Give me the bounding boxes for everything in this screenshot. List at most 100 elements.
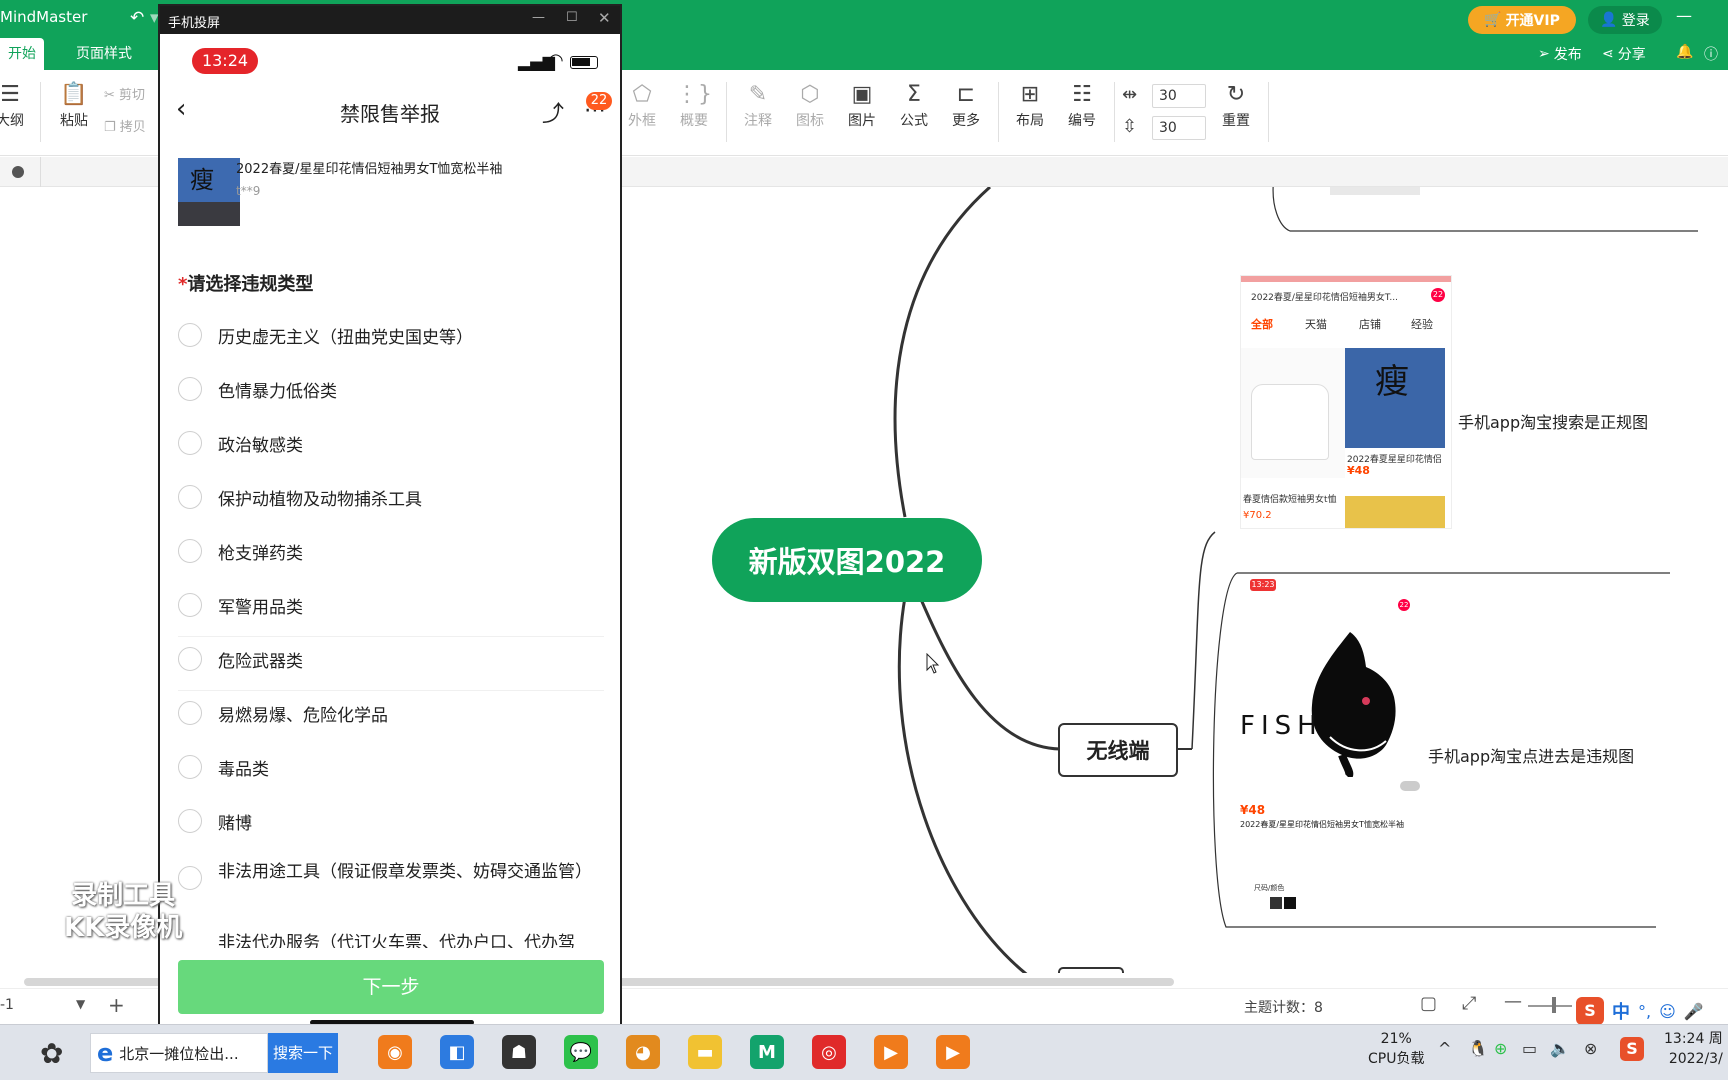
radio-icon [178,485,202,509]
share-button[interactable]: ⋖ 分享 [1602,44,1646,64]
central-topic[interactable]: 新版双图2022 [712,518,982,602]
option-item[interactable]: 保护动植物及动物捕杀工具 [178,482,422,512]
section-title: *请选择违规类型 [178,274,314,295]
search-button[interactable]: 搜索一下 [268,1033,338,1073]
tray-plus-icon[interactable]: ⊕ [1494,1039,1507,1058]
share-icon[interactable]: ⤴ [542,96,564,128]
note-button[interactable]: ✎ 注释 [734,80,782,130]
option-item[interactable]: 枪支弹药类 [178,536,303,566]
zoom-slider-thumb[interactable] [1552,997,1556,1013]
numbering-button[interactable]: ☷ 编号 [1058,80,1106,130]
branch-topic-partial[interactable] [1058,967,1124,973]
wechat-icon[interactable]: 💬 [564,1035,598,1069]
clock[interactable]: 13:24 周 2022/3/ [1664,1029,1723,1069]
maximize-icon[interactable]: ☐ [566,10,578,25]
mouse-cursor-icon [926,653,940,674]
divider [1114,82,1115,142]
mini-time: 13:23 [1250,579,1276,591]
volume-icon[interactable]: 🔈 [1550,1039,1570,1058]
layout-button[interactable]: ⊞ 布局 [1006,80,1054,130]
battery-tray-icon[interactable]: ▭ [1522,1039,1537,1058]
paste-button[interactable]: 📋 粘贴 [50,80,98,130]
app-title: MindMaster [0,8,88,26]
mic-icon: 🎤 [1683,1001,1704,1021]
netease-music-icon[interactable]: ◎ [812,1035,846,1069]
branch-topic-wireless[interactable]: 无线端 [1058,723,1178,777]
tab-home[interactable]: 开始 [0,38,44,70]
copy-icon: ❐ [104,120,120,135]
minimize-app-button[interactable]: — [1676,6,1692,25]
help-icon[interactable]: ⓘ [1704,44,1718,64]
icon-button[interactable]: ⬡ 图标 [786,80,834,130]
ninja-app-icon[interactable]: ◕ [626,1035,660,1069]
sogou-tray-icon[interactable]: S [1620,1037,1644,1061]
page-selector[interactable]: -1 [0,997,14,1013]
detail-screenshot-image[interactable]: 13:23 22 FISH ¥48 2022春夏/星星印花情侣短袖男女T恤宽松半… [1240,577,1422,917]
login-button[interactable]: 👤 登录 [1588,6,1662,34]
label-search-normal[interactable]: 手机app淘宝搜索是正规图 [1458,409,1648,433]
add-page-icon[interactable]: + [108,993,125,1017]
recorder-app-icon-2[interactable]: ▶ [936,1035,970,1069]
game-app-icon[interactable]: ☗ [502,1035,536,1069]
label-click-violation[interactable]: 手机app淘宝点进去是违规图 [1428,743,1634,767]
option-item-partial[interactable]: 非法代办服务（代订火车票、代办户口、代办驾 [218,930,598,948]
option-item[interactable]: 军警用品类 [178,590,303,620]
vertical-spacing-input[interactable]: 30 [1152,116,1206,140]
tab-page-style[interactable]: 页面样式 [68,38,140,70]
mindmaster-icon[interactable]: M [750,1035,784,1069]
more-button[interactable]: ⊏ 更多 [942,80,990,130]
option-item[interactable]: 非法用途工具（假证假章发票类、妨碍交通监管） [178,860,592,916]
mini-detail-price: ¥48 [1240,803,1266,817]
publish-button[interactable]: ➢ 发布 [1538,44,1582,64]
reset-button[interactable]: ↻ 重置 [1212,80,1260,130]
copy-button[interactable]: ❐ 拷贝 [104,116,146,135]
option-item[interactable]: 易燃易爆、危险化学品 [178,698,388,728]
layout-icon: ⊞ [1020,82,1040,107]
task-app-icon[interactable]: ◧ [440,1035,474,1069]
option-item[interactable]: 色情暴力低俗类 [178,374,337,404]
send-icon: ➢ [1538,46,1550,62]
ime-toolbar[interactable]: S 中 °, ☺ 🎤 [1572,996,1728,1026]
formula-button[interactable]: Σ 公式 [890,80,938,130]
recorder-app-icon[interactable]: ▶ [874,1035,908,1069]
document-dot-icon [12,166,24,178]
picture-button[interactable]: ▣ 图片 [838,80,886,130]
chevron-up-icon[interactable]: ^ [1438,1039,1451,1058]
firefox-icon[interactable]: ◉ [378,1035,412,1069]
close-icon[interactable]: ✕ [598,9,611,27]
summary-button[interactable]: ⋮} 概要 [670,80,718,130]
option-item[interactable]: 毒品类 [178,752,269,782]
folder-icon[interactable]: ▬ [688,1035,722,1069]
bell-icon[interactable]: 🔔 [1676,44,1693,60]
border-button[interactable]: ⬠ 外框 [618,80,666,130]
start-icon[interactable]: ✿ [40,1037,63,1070]
search-screenshot-image[interactable]: 2022春夏/星星印花情侣短袖男女T... 22 全部 天猫 店铺 经验 瘦 2… [1240,275,1452,529]
qq-icon[interactable]: 🐧 [1468,1039,1488,1058]
mini-search-title: 2022春夏/星星印花情侣短袖男女T... [1251,293,1398,303]
cut-button[interactable]: ✂ 剪切 [104,84,145,103]
fit-page-icon[interactable]: ▢ [1420,993,1437,1014]
outline-button[interactable]: ☰ 大纲 [0,80,34,130]
horizontal-spacing-input[interactable]: 30 [1152,84,1206,108]
browser-taskbar-item[interactable]: e 北京一摊位检出... [90,1033,268,1073]
zoom-out-icon[interactable]: — [1504,991,1522,1012]
option-item[interactable]: 政治敏感类 [178,428,303,458]
next-step-button[interactable]: 下一步 [178,960,604,1014]
minimize-icon[interactable]: — [532,10,545,25]
option-item[interactable]: 历史虚无主义（扭曲党史国史等） [178,320,473,350]
mini-spec: 尺码/颜色 [1254,884,1285,892]
chevron-down-icon[interactable]: ▼ [76,997,85,1011]
mini-badge: 22 [1398,599,1410,611]
vertical-spacing-icon: ⇳ [1122,116,1138,137]
option-item[interactable]: 危险武器类 [178,644,303,674]
option-item[interactable]: 赌博 [178,806,252,836]
topic-count: 主题计数：8 [1244,1000,1323,1016]
image-icon: ▣ [851,82,873,107]
undo-icon[interactable]: ↶ [130,8,144,28]
fullscreen-icon[interactable]: ⤢ [1462,993,1476,1014]
vip-button[interactable]: 🛒 开通VIP [1468,6,1576,34]
radio-icon [178,809,202,833]
radio-icon [178,323,202,347]
product-user: t**9 [236,184,261,198]
network-off-icon[interactable]: ⊗ [1584,1039,1597,1058]
